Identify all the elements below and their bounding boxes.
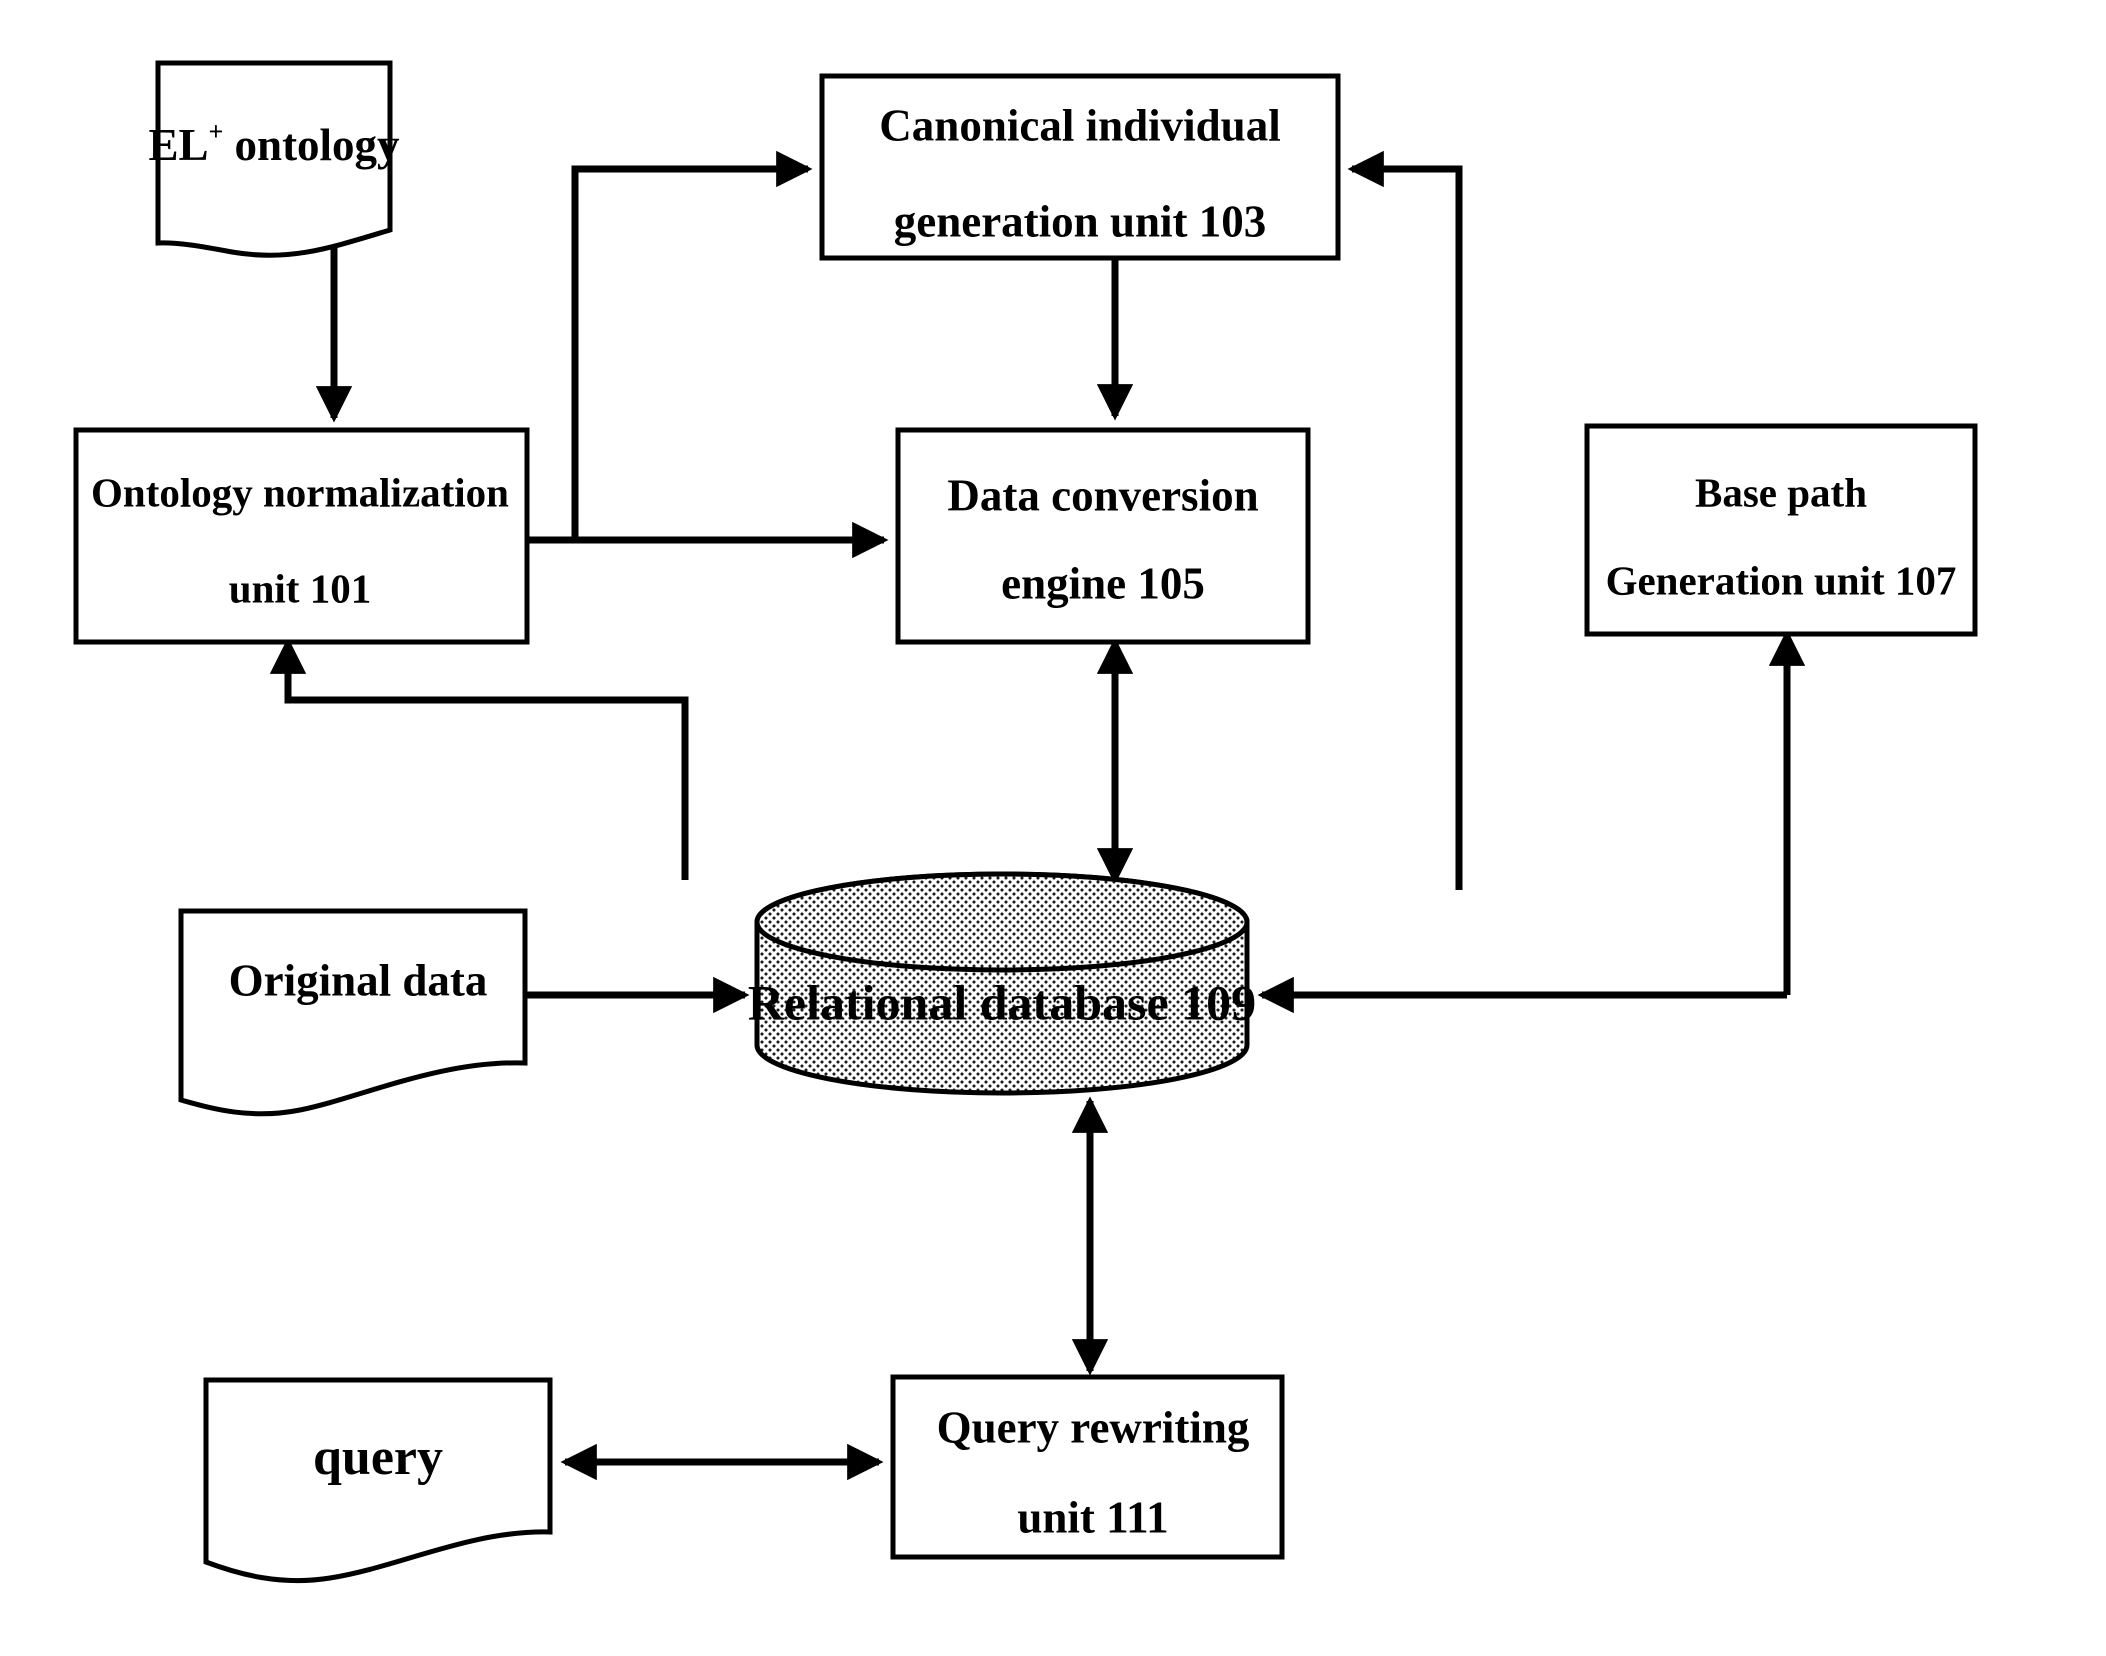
data-conversion-shape — [895, 427, 1311, 645]
ontology-normalization-label-line1: Ontology normalization — [91, 469, 509, 515]
ontology-normalization-label-line2: unit 101 — [229, 565, 371, 611]
relational-database-top — [754, 871, 1250, 973]
diagram-canvas: EL+ ontology Canonical individual genera… — [73, 60, 1978, 1584]
base-path-label-line2: Generation unit 107 — [1606, 557, 1957, 603]
canonical-unit-label-line1: Canonical individual — [879, 100, 1280, 150]
original-data-label: Original data — [229, 955, 488, 1005]
node-data-conversion[interactable] — [895, 427, 1311, 645]
el-ontology-label-main: EL — [148, 120, 208, 170]
node-original-data[interactable] — [178, 908, 528, 1117]
edge-normalization-to-canonical — [527, 150, 813, 544]
edge-database-to-normalization — [269, 637, 689, 880]
data-conversion-label-line2: engine 105 — [1001, 558, 1205, 608]
original-data-shape — [178, 908, 528, 1117]
query-rewriting-label-line2: unit 111 — [1017, 1492, 1168, 1542]
flow-diagram: EL+ ontology Canonical individual genera… — [0, 0, 2106, 1656]
el-ontology-label: EL+ ontology — [148, 117, 400, 170]
el-ontology-label-rest: ontology — [223, 120, 400, 170]
el-ontology-label-sup: + — [208, 117, 223, 146]
base-path-label-line1: Base path — [1695, 469, 1867, 515]
query-label: query — [313, 1429, 443, 1486]
data-conversion-label-line1: Data conversion — [947, 470, 1258, 520]
connectors-layer — [269, 150, 1806, 1481]
relational-database-label: Relational database 109 — [748, 974, 1256, 1030]
query-rewriting-label-line1: Query rewriting — [937, 1402, 1250, 1452]
edge-database-to-canonical — [1347, 150, 1463, 890]
canonical-unit-label-line2: generation unit 103 — [894, 196, 1267, 246]
